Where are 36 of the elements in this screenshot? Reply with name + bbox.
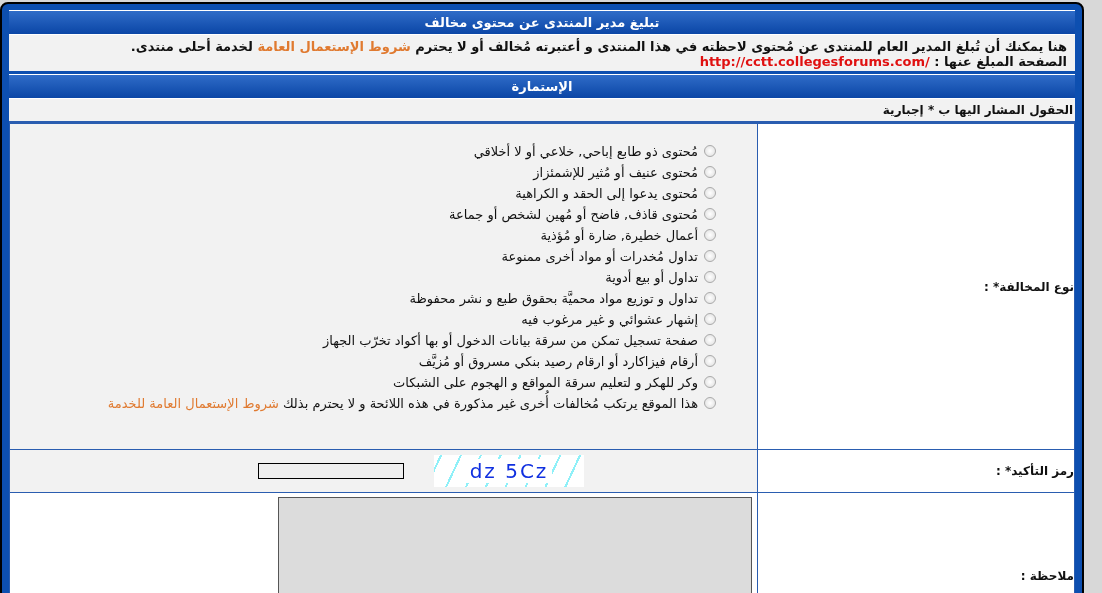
radio-button[interactable] xyxy=(704,271,716,283)
intro-text: هنا يمكنك أن تُبلغ المدير العام للمنتدى عن مُحتوى لاحظته في هذا المنتدى و أعتبرته مُخالف أو لا يحترم شروط الإستعمال العامة لخدمة أحلى منتدى. xyxy=(129,39,1067,54)
captcha-input[interactable] xyxy=(258,463,404,479)
radio-button[interactable] xyxy=(704,376,716,388)
option-label[interactable]: تداول أو بيع أدوية xyxy=(605,267,698,288)
radio-button[interactable] xyxy=(704,145,716,157)
option-label[interactable]: تداول و توزيع مواد محميَّة بحقوق طبع و نشر محفوظة xyxy=(409,288,698,309)
option-label[interactable]: مُحتوى يدعوا إلى الحقد و الكراهية xyxy=(515,183,698,204)
radio-button[interactable] xyxy=(704,187,716,199)
option-label[interactable]: أرقام فيزاكارد أو ارقام رصيد بنكي مسروق أو مُزيَّف xyxy=(418,351,698,372)
option-label[interactable]: مُحتوى ذو طابع إباحي, خلاعي أو لا أخلاقي xyxy=(473,141,698,162)
radio-button[interactable] xyxy=(704,208,716,220)
option-label[interactable]: صفحة تسجيل تمكن من سرقة بيانات الدخول أو بها أكواد تخرّب الجهاز xyxy=(322,330,698,351)
radio-button[interactable] xyxy=(704,313,716,325)
radio-button[interactable] xyxy=(704,250,716,262)
option-label[interactable]: إشهار عشوائي و غير مرغوب فيه xyxy=(521,309,698,330)
radio-button[interactable] xyxy=(704,355,716,367)
radio-button[interactable] xyxy=(704,397,716,409)
option-label[interactable]: مُحتوى قاذف, فاضح أو مُهين لشخص أو جماعة xyxy=(449,204,698,225)
radio-button[interactable] xyxy=(704,166,716,178)
captcha-image: dz 5Cz xyxy=(434,455,584,487)
field-label: ملاحظة : xyxy=(1020,569,1074,583)
page-url-link[interactable]: http://cctt.collegesforums.com/ xyxy=(699,54,930,69)
radio-button[interactable] xyxy=(704,229,716,241)
option-label[interactable]: أعمال خطيرة, ضارة أو مُؤذية xyxy=(540,225,698,246)
page-label: الصفحة المبلغ عنها : xyxy=(934,54,1067,69)
field-label: رمز التأكيد* : xyxy=(995,464,1074,478)
required-note: الحقول المشار اليها ب * إجبارية xyxy=(882,103,1073,117)
radio-button[interactable] xyxy=(704,292,716,304)
field-label: نوع المخالفة* : xyxy=(984,279,1074,294)
option-label[interactable]: تداول مُخدرات أو مواد أخرى ممنوعة xyxy=(501,246,698,267)
option-label[interactable]: مُحتوى عنيف أو مُثير للإشمئزاز xyxy=(533,162,698,183)
radio-button[interactable] xyxy=(704,334,716,346)
remark-field[interactable] xyxy=(278,497,752,593)
panel-title: تبليغ مدير المنتدى عن محتوى مخالف xyxy=(9,10,1075,35)
form-title: الإستمارة xyxy=(9,74,1075,99)
